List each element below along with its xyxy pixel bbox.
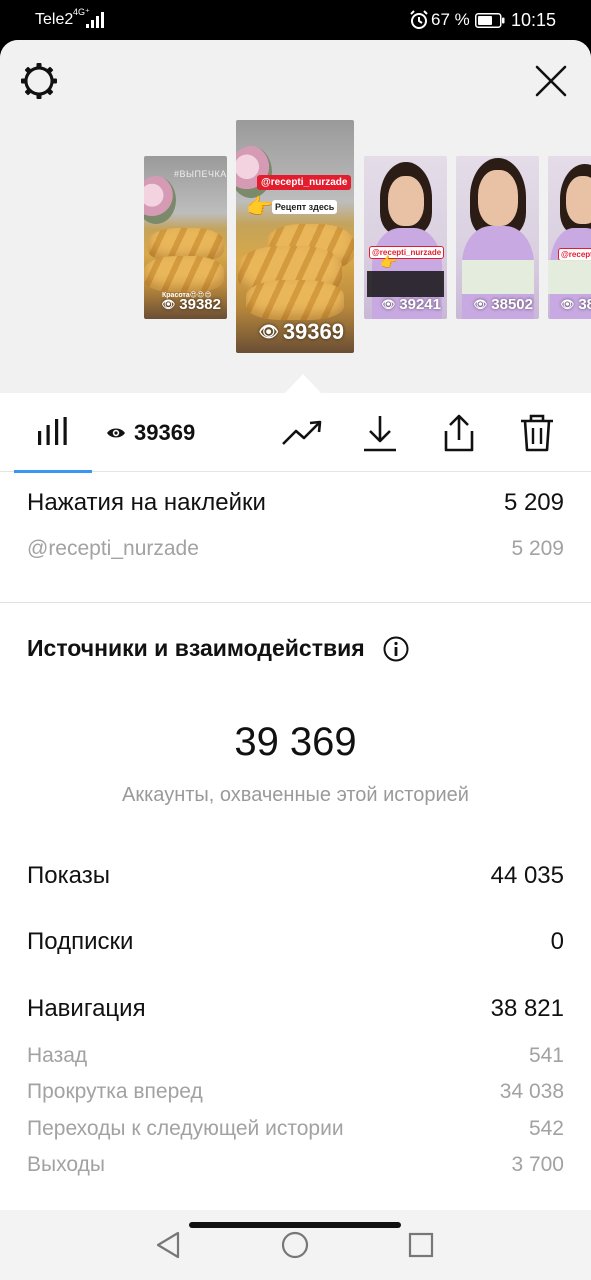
- eye-icon: [107, 428, 125, 438]
- battery-icon: [475, 13, 505, 28]
- home-circle-icon[interactable]: [278, 1228, 312, 1262]
- follows-label: Подписки: [27, 928, 134, 955]
- flowers-decoration: [144, 176, 176, 224]
- active-tab-indicator: [14, 470, 92, 473]
- story-carousel[interactable]: #ВЫПЕЧКА Красота😍😍😍 👁 39382 @recepti_nurz…: [0, 40, 591, 393]
- story-caption-block: [367, 271, 444, 297]
- gesture-home-indicator[interactable]: [189, 1222, 401, 1228]
- impressions-label: Показы: [27, 862, 110, 889]
- section-title: Источники и взаимодействия: [27, 635, 409, 662]
- eye-icon: 👁: [258, 324, 279, 341]
- section-divider: [0, 602, 591, 603]
- navigation-forward-value: 34 038: [499, 1080, 564, 1103]
- status-bar: Tele2 4G⁺ 67 % 10:15: [0, 0, 591, 40]
- share-icon: [444, 414, 474, 452]
- follows-row: Подписки 0: [27, 928, 564, 956]
- impressions-row: Показы 44 035: [27, 862, 564, 890]
- navigation-label: Навигация: [27, 995, 146, 1022]
- navigation-forward-row: Прокрутка вперед 34 038: [27, 1080, 564, 1104]
- trash-icon: [521, 414, 553, 452]
- recipe-link-sticker: Рецепт здесь: [272, 200, 338, 214]
- recents-square-icon[interactable]: [404, 1228, 438, 1262]
- sticker-taps-row: Нажатия на наклейки 5 209: [27, 489, 564, 517]
- eye-icon: 👁: [560, 299, 575, 311]
- clock-time: 10:15: [511, 10, 557, 30]
- story-caption-block: [548, 260, 591, 294]
- story-thumbnail[interactable]: 👁 38502: [456, 156, 539, 319]
- story-thumbnail[interactable]: #ВЫПЕЧКА Красота😍😍😍 👁 39382: [144, 156, 227, 319]
- bread-image: [144, 256, 224, 292]
- close-icon[interactable]: [530, 60, 572, 102]
- navigation-exits-value: 3 700: [511, 1153, 564, 1176]
- reach-label: Аккаунты, охваченные этой историей: [122, 784, 469, 806]
- gear-icon[interactable]: [18, 60, 60, 102]
- person-image: [478, 170, 518, 226]
- story-thumbnail[interactable]: @recepti_nurzade 👉 👁 39241: [364, 156, 447, 319]
- navigation-back-row: Назад 541: [27, 1044, 564, 1068]
- navigation-back-value: 541: [528, 1044, 564, 1067]
- story-view-count: 👁 39241: [381, 296, 441, 313]
- tab-statistics[interactable]: [14, 393, 92, 473]
- navigation-exits-row: Выходы 3 700: [27, 1153, 564, 1177]
- trend-button[interactable]: [280, 413, 324, 453]
- story-views-summary: 39369: [106, 420, 195, 446]
- sticker-tap-item-value: 5 209: [511, 537, 564, 560]
- navigation-forward-label: Прокрутка вперед: [27, 1080, 203, 1103]
- system-navigation-bar: [0, 1210, 591, 1280]
- sticker-taps-label: Нажатия на наклейки: [27, 489, 266, 516]
- back-triangle-icon[interactable]: [152, 1228, 186, 1262]
- navigation-row: Навигация 38 821: [27, 995, 564, 1023]
- bar-chart-icon: [38, 417, 67, 445]
- story-view-count: 👁 38: [560, 296, 591, 313]
- battery-percent: 67 %: [431, 10, 470, 29]
- trend-up-icon: [282, 420, 322, 445]
- delete-button[interactable]: [515, 413, 559, 453]
- carrier-name: Tele2: [35, 11, 74, 28]
- download-button[interactable]: [358, 413, 402, 453]
- navigation-back-label: Назад: [27, 1044, 88, 1067]
- flowers-decoration: [236, 146, 272, 198]
- sticker-taps-value: 5 209: [503, 489, 564, 516]
- story-hashtag-overlay: #ВЫПЕЧКА: [174, 169, 227, 179]
- info-icon[interactable]: [383, 636, 409, 662]
- sticker-tap-item[interactable]: @recepti_nurzade 5 209: [27, 537, 564, 561]
- navigation-next-story-value: 542: [528, 1117, 564, 1140]
- story-caption-block: [462, 260, 534, 294]
- navigation-exits-label: Выходы: [27, 1153, 105, 1176]
- pointing-hand-icon: 👉: [246, 194, 274, 219]
- person-image: [566, 176, 591, 224]
- download-icon: [364, 416, 396, 452]
- story-thumbnail[interactable]: @recepti 👁38: [548, 156, 591, 319]
- signal-icon: [86, 12, 104, 28]
- story-view-count: 👁 39382: [161, 296, 221, 313]
- eye-icon: 👁: [473, 299, 488, 311]
- navigation-next-story-row: Переходы к следующей истории 542: [27, 1117, 564, 1141]
- bread-image: [246, 280, 344, 320]
- person-image: [388, 176, 424, 226]
- alarm-icon: [410, 10, 428, 29]
- insights-toolbar: 39369: [0, 393, 591, 473]
- selected-story-pointer: [285, 374, 321, 393]
- eye-icon: 👁: [161, 299, 176, 311]
- pointing-hand-icon: 👉: [380, 254, 398, 270]
- story-thumbnail-selected[interactable]: @recepti_nurzade 👉 Рецепт здесь 👁 39369: [236, 120, 354, 353]
- eye-icon: 👁: [381, 299, 396, 311]
- story-view-count: 👁 39369: [258, 319, 345, 344]
- share-button[interactable]: [437, 413, 481, 453]
- navigation-next-story-label: Переходы к следующей истории: [27, 1117, 344, 1140]
- impressions-value: 44 035: [490, 862, 564, 889]
- reach-value: 39 369: [234, 720, 357, 764]
- views-count: 39369: [134, 420, 196, 445]
- sticker-tap-item-label: @recepti_nurzade: [27, 537, 199, 560]
- follows-value: 0: [550, 928, 564, 955]
- story-view-count: 👁 38502: [473, 296, 533, 313]
- story-insights-screen: #ВЫПЕЧКА Красота😍😍😍 👁 39382 @recepti_nurz…: [0, 40, 591, 1280]
- navigation-value: 38 821: [490, 995, 564, 1022]
- interactions-title: Источники и взаимодействия: [27, 635, 365, 661]
- mention-sticker: @recepti_nurzade: [257, 175, 352, 190]
